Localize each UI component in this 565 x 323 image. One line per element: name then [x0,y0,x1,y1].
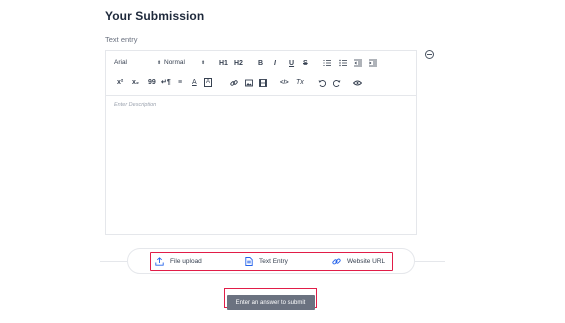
image-icon[interactable] [245,79,253,87]
file-upload-option[interactable]: File upload [155,257,202,266]
website-url-label: Website URL [347,258,386,265]
collapse-icon[interactable] [425,50,434,59]
editor-content[interactable]: Enter Description [106,96,416,234]
document-icon [245,257,253,266]
font-family-select[interactable]: Arial [114,59,127,66]
heading2-button[interactable]: H2 [234,59,243,69]
font-color-button[interactable]: A [192,78,197,88]
background-color-button[interactable]: A [204,78,213,87]
indent-icon[interactable] [369,59,377,67]
preview-icon[interactable] [353,80,362,86]
align-button[interactable]: ≡ [178,78,182,88]
editor-placeholder: Enter Description [114,102,157,108]
bullet-list-icon[interactable] [339,59,347,67]
editor-toolbar: Arial ⬍ Normal ⬍ H1 H2 B I U S x² x₂ 99 … [106,51,416,96]
font-size-caret-icon[interactable]: ⬍ [197,59,205,66]
rich-text-editor: Arial ⬍ Normal ⬍ H1 H2 B I U S x² x₂ 99 … [105,50,417,235]
divider-left [100,261,127,262]
video-icon[interactable] [259,79,267,87]
blockquote-button[interactable]: 99 [148,78,156,88]
superscript-button[interactable]: x² [117,78,123,88]
bold-button[interactable]: B [258,59,263,69]
text-entry-label: Text Entry [259,258,288,265]
submit-highlight: Enter an answer to submit [224,288,317,310]
outdent-icon[interactable] [354,59,362,67]
ordered-list-icon[interactable] [323,59,331,67]
divider-right [415,261,445,262]
file-upload-label: File upload [170,258,202,265]
link-icon[interactable] [230,79,238,87]
heading1-button[interactable]: H1 [219,59,228,69]
font-family-value: Arial [114,59,128,66]
clear-format-button[interactable]: Tx [296,78,304,88]
font-size-value: Normal [164,59,185,66]
italic-button[interactable]: I [274,59,276,69]
submission-title: Your Submission [105,9,205,23]
website-url-option[interactable]: Website URL [332,257,385,266]
submission-type-options: File upload Text Entry Website URL [150,252,393,271]
upload-icon [155,257,164,266]
underline-button[interactable]: U [289,59,294,69]
subscript-button[interactable]: x₂ [132,78,139,88]
font-family-caret-icon[interactable]: ⬍ [153,59,161,66]
strikethrough-button[interactable]: S [303,59,308,69]
code-button[interactable]: </> [280,78,289,88]
text-direction-button[interactable]: ↵¶ [161,78,171,88]
text-entry-option[interactable]: Text Entry [245,257,288,266]
redo-icon[interactable] [333,79,341,87]
link-icon [332,258,341,265]
submit-button[interactable]: Enter an answer to submit [226,295,315,310]
font-size-select[interactable]: Normal [164,59,185,66]
undo-icon[interactable] [318,79,326,87]
submission-subtitle: Text entry [105,35,138,44]
